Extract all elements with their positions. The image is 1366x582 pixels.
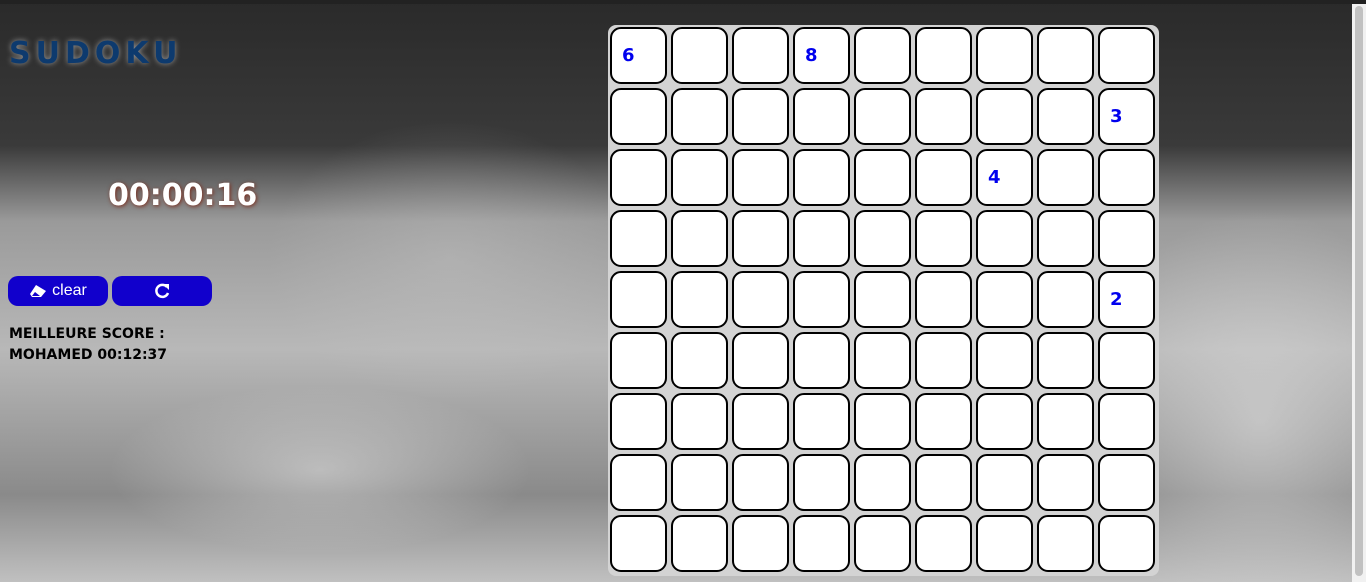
sudoku-cell[interactable] (793, 149, 850, 206)
scrollbar[interactable] (1352, 4, 1366, 582)
sudoku-cell[interactable] (671, 149, 728, 206)
sudoku-cell[interactable] (976, 210, 1033, 267)
sudoku-cell[interactable] (610, 271, 667, 328)
sudoku-cell[interactable] (854, 27, 911, 84)
sudoku-cell[interactable] (610, 88, 667, 145)
sudoku-cell[interactable] (610, 515, 667, 572)
sudoku-cell[interactable] (976, 271, 1033, 328)
sudoku-cell[interactable] (1037, 515, 1094, 572)
best-score-label: MEILLEURE SCORE : (9, 326, 165, 342)
sudoku-cell[interactable] (610, 332, 667, 389)
sudoku-cell[interactable] (1037, 88, 1094, 145)
sudoku-cell[interactable] (1098, 393, 1155, 450)
sudoku-cell[interactable] (915, 88, 972, 145)
sudoku-cell[interactable] (671, 27, 728, 84)
sudoku-cell[interactable] (671, 454, 728, 511)
clear-label: clear (52, 282, 87, 299)
sudoku-cell[interactable] (1037, 454, 1094, 511)
sudoku-cell[interactable] (1098, 454, 1155, 511)
sudoku-cell[interactable] (854, 210, 911, 267)
sudoku-cell[interactable] (976, 88, 1033, 145)
sudoku-cell[interactable] (1098, 332, 1155, 389)
sudoku-cell[interactable] (1037, 27, 1094, 84)
sudoku-cell[interactable] (915, 515, 972, 572)
sudoku-cell[interactable] (915, 149, 972, 206)
sudoku-cell[interactable] (1098, 515, 1155, 572)
sudoku-cell[interactable] (854, 393, 911, 450)
sudoku-cell[interactable] (854, 454, 911, 511)
sudoku-cell[interactable] (854, 88, 911, 145)
sudoku-cell[interactable] (671, 515, 728, 572)
sudoku-cell[interactable] (610, 210, 667, 267)
sudoku-cell[interactable] (1098, 210, 1155, 267)
sudoku-cell[interactable] (793, 88, 850, 145)
sudoku-cell[interactable] (1098, 27, 1155, 84)
sudoku-cell[interactable] (732, 332, 789, 389)
sudoku-cell[interactable] (915, 454, 972, 511)
sudoku-cell[interactable] (915, 210, 972, 267)
sudoku-cell[interactable] (671, 271, 728, 328)
sudoku-cell[interactable] (732, 27, 789, 84)
sudoku-cell[interactable] (854, 515, 911, 572)
sudoku-cell[interactable] (732, 393, 789, 450)
sudoku-cell[interactable] (610, 454, 667, 511)
sudoku-cell[interactable] (671, 393, 728, 450)
sudoku-cell[interactable] (976, 515, 1033, 572)
sudoku-cell[interactable] (793, 515, 850, 572)
sudoku-cell[interactable] (793, 271, 850, 328)
sudoku-cell[interactable] (793, 332, 850, 389)
scrollbar-thumb[interactable] (1355, 6, 1363, 576)
sudoku-cell[interactable] (976, 454, 1033, 511)
sudoku-cell[interactable] (671, 88, 728, 145)
sudoku-cell[interactable] (732, 210, 789, 267)
sudoku-cell[interactable] (610, 149, 667, 206)
sudoku-cell[interactable] (854, 332, 911, 389)
sudoku-cell[interactable] (732, 271, 789, 328)
sudoku-cell[interactable] (1098, 149, 1155, 206)
sudoku-cell[interactable] (976, 332, 1033, 389)
sudoku-cell[interactable] (1037, 271, 1094, 328)
restart-button[interactable] (112, 276, 212, 306)
sudoku-cell[interactable] (1037, 393, 1094, 450)
sudoku-cell[interactable] (793, 210, 850, 267)
sudoku-cell[interactable] (793, 393, 850, 450)
sudoku-cell[interactable] (1037, 149, 1094, 206)
sudoku-cell[interactable] (732, 149, 789, 206)
sudoku-cell[interactable] (1037, 332, 1094, 389)
eraser-icon (30, 285, 47, 297)
sudoku-cell[interactable]: 3 (1098, 88, 1155, 145)
sudoku-cell[interactable]: 6 (610, 27, 667, 84)
sudoku-cell[interactable] (915, 393, 972, 450)
sudoku-cell[interactable] (1037, 210, 1094, 267)
sudoku-cell[interactable]: 8 (793, 27, 850, 84)
sudoku-cell[interactable]: 2 (1098, 271, 1155, 328)
sudoku-cell[interactable] (793, 454, 850, 511)
best-score-value: MOHAMED 00:12:37 (9, 347, 168, 363)
sudoku-cell[interactable] (854, 271, 911, 328)
sudoku-cell[interactable] (732, 515, 789, 572)
sudoku-cell[interactable] (671, 210, 728, 267)
sudoku-cell[interactable] (732, 88, 789, 145)
top-bar (0, 0, 1366, 4)
sudoku-cell[interactable] (915, 27, 972, 84)
sudoku-cell[interactable]: 4 (976, 149, 1033, 206)
sudoku-cell[interactable] (976, 27, 1033, 84)
timer: 00:00:16 (108, 178, 258, 213)
sudoku-cell[interactable] (854, 149, 911, 206)
sudoku-cell[interactable] (976, 393, 1033, 450)
best-score: MEILLEURE SCORE : MOHAMED 00:12:37 (9, 324, 167, 366)
redo-icon (155, 283, 170, 299)
sudoku-cell[interactable] (732, 454, 789, 511)
sudoku-cell[interactable] (915, 271, 972, 328)
sudoku-cell[interactable] (671, 332, 728, 389)
sudoku-board: 6 8 3 4 2 (608, 25, 1159, 576)
clear-button[interactable]: clear (8, 276, 108, 306)
page-title: SUDOKU (9, 36, 183, 71)
sudoku-cell[interactable] (915, 332, 972, 389)
sudoku-cell[interactable] (610, 393, 667, 450)
